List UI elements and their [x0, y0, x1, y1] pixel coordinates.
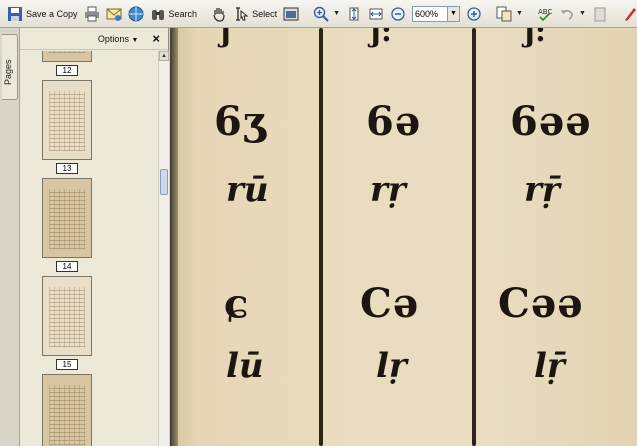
script-glyph: Cəə [498, 280, 584, 327]
camera-icon [283, 7, 299, 20]
page-thumbnail-12[interactable] [42, 51, 92, 62]
document-view[interactable]: ȷ 6ʒ rū ɕ lū ȷ: 6ə rṛ Cə lṛ ȷ: 6əə rṝ Cə… [170, 28, 637, 446]
page-number-label-15: 15 [56, 359, 78, 370]
zoom-in-icon [467, 6, 481, 21]
transliteration: lṛ [376, 346, 407, 386]
transliteration: rṝ [524, 170, 560, 210]
script-glyph-fragment: ȷ [220, 28, 231, 49]
page-thumbnail-content [49, 189, 85, 249]
page-thumbnail-content [49, 385, 85, 445]
page-thumbnail-13[interactable] [42, 80, 92, 160]
thumbnail-scrollbar[interactable]: ▲ [158, 51, 169, 446]
chevron-down-icon[interactable]: ▼ [516, 10, 523, 17]
page-thumbnail[interactable] [42, 374, 92, 446]
globe-icon [128, 6, 144, 21]
hand-tool-button[interactable] [208, 3, 230, 25]
search-label: Search [168, 8, 198, 19]
search-button[interactable]: Search [147, 3, 201, 25]
main-toolbar: Save a Copy Search Select ▼ 600% ▼ ▼ ABC… [0, 0, 637, 28]
fit-height-icon [349, 7, 359, 20]
page-layout-icon [496, 6, 512, 21]
transliteration: rū [226, 170, 269, 210]
zoom-field[interactable]: 600% ▼ [409, 3, 463, 25]
pages-panel: Options ▼ × 12 13 14 15 ▲ [20, 28, 169, 446]
page-layout-button[interactable]: ▼ [493, 3, 526, 25]
pages-panel-header: Options ▼ × [20, 28, 168, 50]
transliteration: lṝ [534, 346, 565, 386]
pen-tool-button[interactable] [619, 3, 637, 25]
scrollbar-thumb[interactable] [160, 169, 168, 195]
spellcheck-button[interactable]: ABC [534, 3, 556, 25]
clipboard-icon [594, 7, 606, 21]
envelope-icon [106, 8, 122, 21]
page-thumbnail-content [49, 287, 85, 347]
svg-text:ABC: ABC [538, 8, 552, 16]
script-glyph: ɕ [224, 280, 250, 327]
thumbnail-list: 12 13 14 15 [20, 51, 158, 446]
copy-button[interactable] [589, 3, 611, 25]
script-glyph: 6ʒ [214, 98, 267, 145]
options-menu[interactable]: Options ▼ [98, 34, 138, 44]
web-button[interactable] [125, 3, 147, 25]
close-panel-button[interactable]: × [152, 32, 160, 45]
page-number-label-14: 14 [56, 261, 78, 272]
column-rule [472, 28, 476, 446]
script-glyph-fragment: ȷ: [370, 28, 392, 49]
chevron-down-icon[interactable]: ▼ [333, 10, 340, 17]
zoom-dropdown-arrow[interactable]: ▼ [448, 5, 461, 22]
print-button[interactable] [81, 3, 103, 25]
zoom-out-icon [391, 6, 405, 21]
binoculars-icon [151, 9, 164, 20]
column-rule [319, 28, 323, 446]
spellcheck-icon: ABC [538, 8, 552, 21]
page-number-label-13: 13 [56, 163, 78, 174]
page-thumbnail-14[interactable] [42, 178, 92, 258]
zoom-tool-button[interactable]: ▼ [310, 3, 343, 25]
zoom-in-button[interactable] [463, 3, 485, 25]
script-glyph: 6əə [510, 98, 592, 145]
script-glyph-fragment: ȷ: [524, 28, 546, 49]
text-cursor-icon [236, 6, 249, 21]
page-thumbnail-content [49, 91, 85, 151]
floppy-disk-icon [8, 6, 22, 21]
transliteration: lū [226, 346, 264, 386]
page-number-label-12: 12 [56, 65, 78, 76]
save-copy-button[interactable]: Save a Copy [4, 3, 81, 25]
hand-icon [213, 7, 225, 22]
script-glyph: Cə [360, 280, 420, 327]
chevron-down-icon: ▼ [131, 36, 139, 44]
select-tool-button[interactable]: Select [230, 3, 280, 25]
pen-icon [624, 7, 636, 21]
chevron-down-icon[interactable]: ▼ [579, 10, 586, 17]
save-copy-label: Save a Copy [26, 8, 78, 19]
fit-width-icon [369, 8, 383, 19]
fit-page-button[interactable] [343, 3, 365, 25]
script-glyph: 6ə [366, 98, 422, 145]
snapshot-button[interactable] [280, 3, 302, 25]
page-edge-shadow [170, 28, 178, 446]
undo-button[interactable]: ▼ [556, 3, 589, 25]
page-thumbnail-content [49, 51, 85, 53]
pages-tab-label: Pages [3, 59, 13, 85]
options-label: Options [97, 33, 129, 44]
transliteration: rṛ [370, 170, 406, 210]
zoom-input[interactable]: 600% [412, 5, 449, 22]
navigation-tab-strip: Pages [0, 28, 20, 446]
email-button[interactable] [103, 3, 125, 25]
page-thumbnail-15[interactable] [42, 276, 92, 356]
pages-tab[interactable]: Pages [2, 34, 18, 100]
select-label: Select [252, 8, 278, 19]
scroll-up-arrow[interactable]: ▲ [159, 51, 169, 61]
printer-icon [84, 6, 99, 21]
undo-icon [560, 9, 573, 20]
magnifier-plus-icon [313, 6, 329, 22]
zoom-out-button[interactable] [387, 3, 409, 25]
fit-width-button[interactable] [365, 3, 387, 25]
